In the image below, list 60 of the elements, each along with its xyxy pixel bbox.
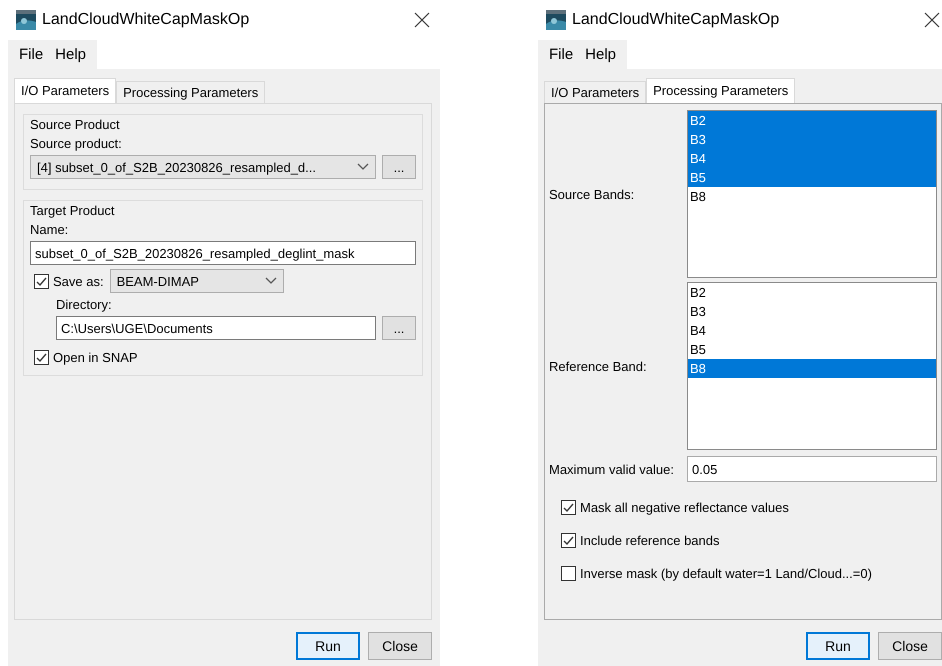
app-icon — [546, 10, 566, 30]
value-field[interactable]: 0.05 — [687, 456, 937, 482]
format-dropdown[interactable]: BEAM-DIMAP — [110, 269, 284, 293]
app-icon — [16, 10, 36, 30]
field-label: Reference Band: — [549, 358, 648, 374]
checkbox[interactable] — [34, 274, 49, 288]
band-list[interactable]: B2 B3 B4 B5 B8 — [687, 282, 937, 450]
list-item[interactable]: B8 — [688, 187, 936, 206]
list-item[interactable]: B2 — [688, 111, 936, 130]
menu-item[interactable]: File — [14, 44, 48, 65]
checkbox-label: Save as: — [53, 274, 104, 288]
list-item[interactable]: B3 — [688, 130, 936, 149]
browse-button[interactable]: ... — [382, 316, 416, 340]
caret-icon — [357, 163, 369, 171]
window-title: LandCloudWhiteCapMaskOp — [572, 11, 780, 29]
field-label: Source Bands: — [549, 186, 636, 202]
list-item[interactable]: B4 — [688, 149, 936, 168]
close-icon[interactable] — [414, 12, 430, 28]
menu-item[interactable]: Help — [580, 44, 622, 65]
field-label: Name: — [30, 222, 70, 237]
list-item[interactable]: B3 — [688, 302, 936, 321]
tab[interactable]: Processing Parameters — [646, 78, 796, 103]
list-item[interactable]: B2 — [688, 283, 936, 302]
field-label: Maximum valid value: — [549, 462, 675, 476]
menu-item[interactable]: File — [544, 44, 578, 65]
checkbox-label: Include reference bands — [580, 533, 720, 548]
name-field[interactable]: subset_0_of_S2B_20230826_resampled_deglint_mask — [30, 241, 416, 265]
menu-item[interactable]: Help — [50, 44, 92, 65]
list-item[interactable]: B5 — [688, 168, 936, 187]
list-item[interactable]: B8 — [688, 359, 936, 378]
checkbox[interactable] — [34, 350, 49, 365]
group-title: Target Product — [30, 203, 116, 218]
caret-icon — [264, 277, 277, 285]
tab[interactable]: I/O Parameters — [544, 81, 646, 103]
close-icon[interactable] — [924, 12, 940, 28]
tab[interactable]: Processing Parameters — [116, 81, 266, 103]
group-title: Source Product — [30, 117, 121, 132]
dialog-button[interactable]: Close — [878, 632, 942, 660]
checkbox[interactable] — [561, 500, 576, 515]
checkbox[interactable] — [561, 566, 576, 581]
field-label: Directory: — [56, 297, 113, 312]
checkmark-icon — [35, 351, 48, 364]
dialog-button[interactable]: Close — [368, 632, 432, 660]
list-item[interactable]: B4 — [688, 321, 936, 340]
tab[interactable]: I/O Parameters — [14, 78, 116, 103]
list-item[interactable]: B5 — [688, 340, 936, 359]
directory-field[interactable]: C:\Users\UGE\Documents — [56, 316, 376, 340]
checkbox-label: Open in SNAP — [53, 350, 138, 365]
checkbox[interactable] — [561, 533, 576, 548]
dialog-button[interactable]: Run — [806, 632, 870, 660]
checkbox-label: Inverse mask (by default water=1 Land/Cloud...=0) — [580, 566, 872, 581]
checkmark-icon — [562, 534, 575, 547]
field-label: Source product: — [30, 136, 123, 151]
dialog-button[interactable]: Run — [296, 632, 360, 660]
window-title: LandCloudWhiteCapMaskOp — [42, 11, 250, 29]
source-product-dropdown[interactable]: [4] subset_0_of_S2B_20230826_resampled_d... — [30, 155, 376, 179]
band-list[interactable]: B2 B3 B4 B5 B8 — [687, 110, 937, 278]
checkmark-icon — [562, 501, 575, 514]
browse-button[interactable]: ... — [382, 155, 416, 179]
checkbox-label: Mask all negative reflectance values — [580, 500, 789, 515]
